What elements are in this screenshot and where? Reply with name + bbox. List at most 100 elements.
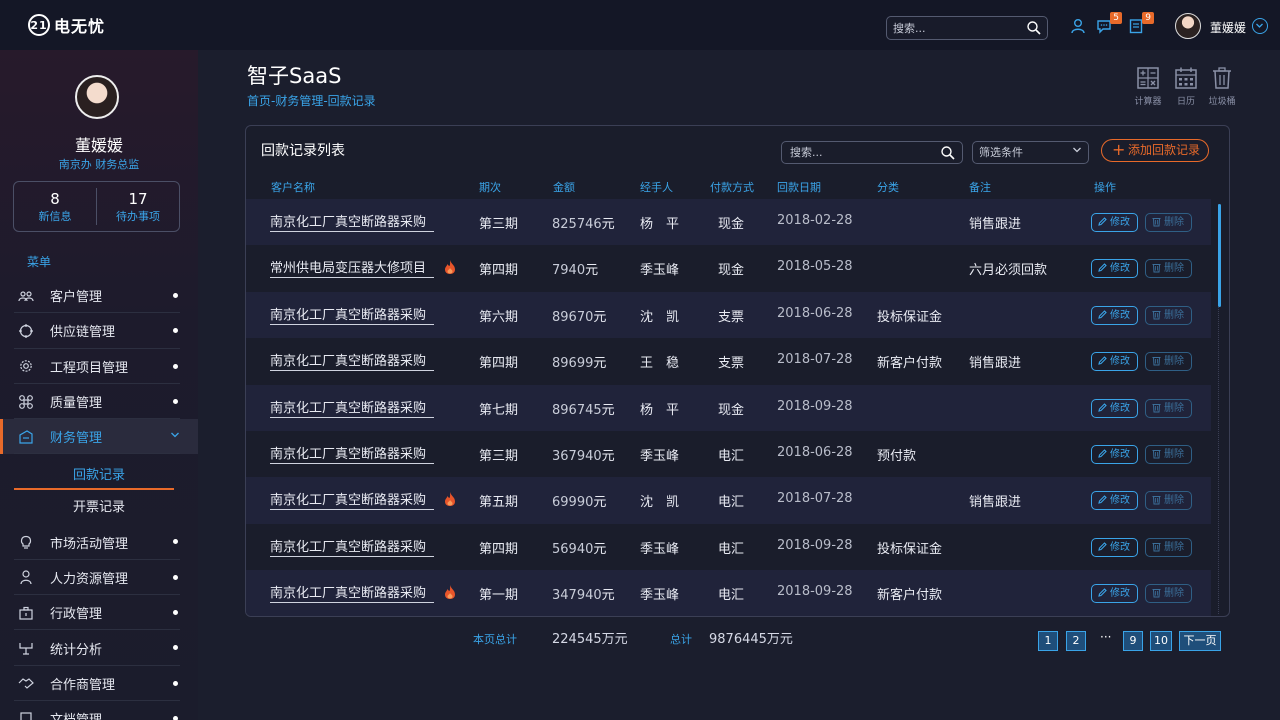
edit-button[interactable]: 修改 [1091, 491, 1138, 511]
client-name-link[interactable]: 南京化工厂真空断路器采购 [270, 582, 434, 604]
next-page-button[interactable]: 下一页 [1179, 631, 1221, 651]
sidebar-item-finance[interactable]: 财务管理 [0, 419, 198, 455]
add-payment-button[interactable]: + 添加回款记录 [1101, 139, 1209, 162]
delete-button[interactable]: 删除 [1145, 213, 1192, 232]
calculator-tool[interactable]: 计算器 [1128, 66, 1168, 107]
amount-cell: 89670元 [552, 306, 606, 325]
sidebar-item-statistics[interactable]: 统计分析 [0, 630, 198, 666]
user-name[interactable]: 董媛媛 [1210, 19, 1246, 36]
handler-cell: 沈 凯 [640, 495, 680, 511]
sidebar-item-supply-chain[interactable]: 供应链管理 [0, 313, 198, 349]
delete-button[interactable]: 删除 [1145, 259, 1192, 279]
amount-unit: 元 [593, 356, 607, 372]
sidebar-item-customers[interactable]: 客户管理 [0, 278, 198, 314]
amount-cell: 896745元 [552, 399, 615, 418]
edit-button[interactable]: 修改 [1091, 305, 1138, 326]
table-row: 南京化工厂真空断路器采购 第三期 367940元 季玉峰 电汇 2018-06-28 预付款… [246, 430, 1211, 478]
delete-button[interactable]: 删除 [1145, 537, 1192, 557]
breadcrumb[interactable]: 首页-财务管理-回款记录 [247, 92, 376, 109]
client-name-link[interactable]: 南京化工厂真空断路器采购 [270, 304, 434, 325]
delete-button[interactable]: 删除 [1145, 444, 1192, 464]
tool-label: 日历 [1176, 97, 1195, 107]
sidebar: 董媛媛 南京办 财务总监 8 新信息 17 待办事项 菜单 客户管理 供应链管理… [0, 50, 198, 720]
delete-button[interactable]: 删除 [1145, 398, 1192, 418]
date-cell: 2018-05-28 [777, 259, 853, 275]
sidebar-item-hr[interactable]: 人力资源管理 [0, 560, 198, 596]
page-button-2[interactable]: 2 [1066, 631, 1086, 651]
edit-button[interactable]: 修改 [1091, 352, 1138, 372]
sidebar-item-marketing[interactable]: 市场活动管理 [0, 524, 198, 561]
profile-name: 董媛媛 [74, 136, 123, 155]
delete-button[interactable]: 删除 [1145, 491, 1192, 511]
stat-label: 待办事项 [116, 210, 160, 223]
stat-todo[interactable]: 17 待办事项 [96, 188, 179, 225]
person-icon [18, 569, 34, 585]
tasks-icon[interactable]: 9 [1128, 12, 1154, 36]
edit-button[interactable]: 修改 [1091, 398, 1138, 418]
client-name-link[interactable]: 南京化工厂真空断路器采购 [270, 489, 434, 511]
trash-tool[interactable]: 垃圾桶 [1202, 66, 1242, 107]
delete-button[interactable]: 删除 [1145, 352, 1192, 372]
page-ellipsis: ··· [1100, 630, 1112, 644]
delete-button[interactable]: 删除 [1145, 305, 1192, 325]
chart-icon [18, 640, 34, 656]
app-logo[interactable]: 21 电无忧 [28, 13, 105, 37]
client-name-link[interactable]: 南京化工厂真空断路器采购 [270, 211, 434, 232]
column-header: 金额 [553, 181, 575, 194]
pencil-icon [1097, 355, 1108, 372]
client-name-link[interactable]: 南京化工厂真空断路器采购 [270, 536, 434, 557]
message-icon[interactable]: 5 [1096, 12, 1122, 36]
scrollbar-thumb[interactable] [1218, 204, 1221, 307]
tool-label: 垃圾桶 [1208, 97, 1236, 107]
stat-new-messages[interactable]: 8 新信息 [14, 182, 96, 231]
client-name-link[interactable]: 常州供电局变压器大修项目 [270, 257, 434, 279]
method-cell: 支票 [718, 309, 745, 325]
client-name-link[interactable]: 南京化工厂真空断路器采购 [270, 350, 434, 372]
amount-unit: 元 [593, 495, 607, 511]
sidebar-item-quality[interactable]: 质量管理 [0, 384, 198, 420]
page-button-9[interactable]: 9 [1123, 631, 1143, 651]
search-icon[interactable] [940, 145, 956, 161]
amount-unit: 元 [585, 263, 599, 279]
edit-button[interactable]: 修改 [1091, 259, 1138, 279]
client-name-link[interactable]: 南京化工厂真空断路器采购 [270, 443, 434, 464]
edit-button[interactable]: 修改 [1091, 444, 1138, 464]
delete-button[interactable]: 删除 [1145, 584, 1192, 604]
calendar-tool[interactable]: 日历 [1166, 66, 1206, 107]
page-total-value: 224545万元 [552, 632, 628, 647]
search-icon[interactable] [1026, 20, 1042, 36]
filter-select[interactable]: 筛选条件 [972, 141, 1089, 164]
sidebar-item-documents[interactable]: 文档管理 [0, 701, 198, 720]
avatar[interactable] [1175, 13, 1201, 39]
panel-search-input[interactable] [782, 142, 932, 163]
edit-button[interactable]: 修改 [1091, 537, 1138, 557]
payment-records-panel: 回款记录列表 筛选条件 + 添加回款记录 客户名称 期次 金额 经手人 付款方式… [245, 125, 1230, 617]
column-header: 回款日期 [777, 181, 821, 194]
sidebar-item-partners[interactable]: 合作商管理 [0, 666, 198, 702]
sidebar-subitem-payments[interactable]: 回款记录 [0, 460, 198, 492]
top-search-input[interactable] [887, 17, 1017, 39]
fire-icon [443, 259, 457, 279]
edit-button[interactable]: 修改 [1091, 213, 1138, 232]
user-icon[interactable] [1070, 18, 1088, 36]
sidebar-item-label: 统计分析 [50, 642, 103, 658]
client-name-link[interactable]: 南京化工厂真空断路器采购 [270, 397, 434, 418]
sidebar-item-label: 财务管理 [50, 431, 103, 447]
amount-unit: 元 [601, 588, 615, 604]
user-menu-chevron-icon[interactable] [1252, 18, 1268, 34]
edit-button[interactable]: 修改 [1091, 584, 1138, 604]
column-header: 经手人 [640, 181, 673, 194]
calendar-icon [1175, 67, 1197, 89]
page-button-1[interactable]: 1 [1038, 631, 1058, 651]
trash-icon [1151, 494, 1162, 511]
profile-avatar[interactable] [75, 75, 119, 119]
pencil-icon [1097, 309, 1108, 326]
table-row: 南京化工厂真空断路器采购 第四期 89699元 王 稳 支票 2018-07-28 新客户付… [246, 338, 1211, 385]
page-button-10[interactable]: 10 [1150, 631, 1172, 651]
table-row: 南京化工厂真空断路器采购 第三期 825746元 杨 平 现金 2018-02-28 销售跟… [246, 199, 1211, 246]
calculator-icon [1137, 67, 1159, 89]
sidebar-item-projects[interactable]: 工程项目管理 [0, 349, 198, 385]
sidebar-subitem-invoices[interactable]: 开票记录 [0, 492, 198, 524]
sidebar-item-admin[interactable]: 行政管理 [0, 595, 198, 631]
amount-cell: 367940元 [552, 445, 615, 464]
